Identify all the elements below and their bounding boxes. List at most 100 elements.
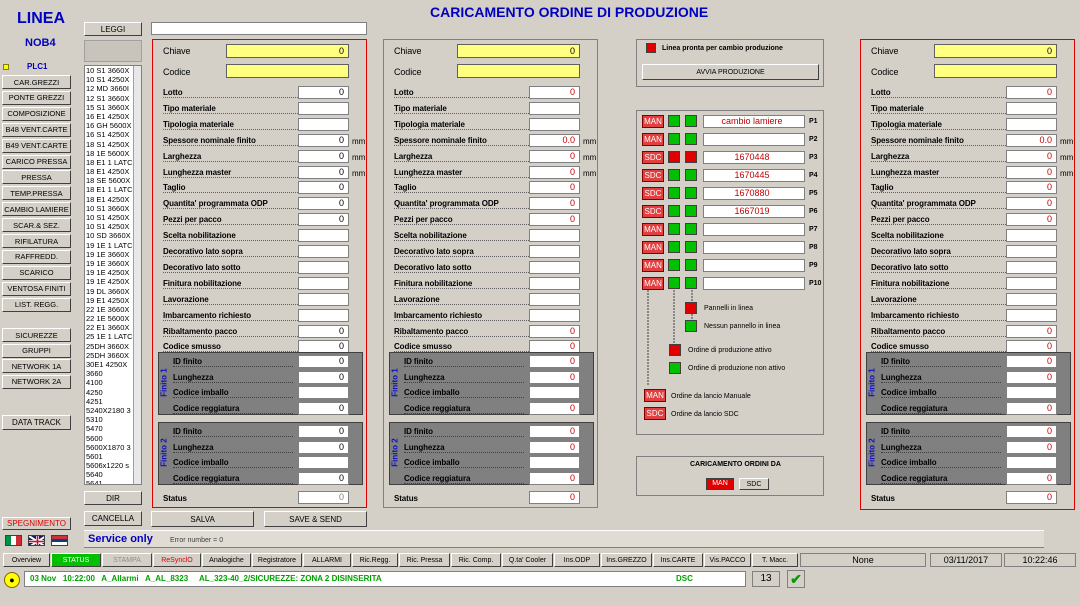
finito2-field-input[interactable]: 0: [529, 425, 580, 438]
sidebar-item2-1[interactable]: GRUPPI: [2, 343, 71, 358]
position-order-field[interactable]: [703, 223, 805, 236]
finito1-field-input[interactable]: 0: [1006, 370, 1057, 384]
list-item[interactable]: 22 1E 5600X: [85, 314, 135, 323]
field-input[interactable]: [298, 292, 349, 306]
list-item[interactable]: 19 1E 4250X: [85, 268, 135, 277]
sidebar-item-2[interactable]: COMPOSIZIONE: [2, 106, 71, 121]
list-item[interactable]: 5601: [85, 452, 135, 461]
toolbar-button-10[interactable]: Q.ta' Cooler: [502, 553, 553, 567]
field-input[interactable]: 0: [1006, 149, 1057, 163]
field-input[interactable]: 0: [298, 324, 349, 338]
field-input[interactable]: 0: [1006, 86, 1057, 99]
avvia-produzione-button[interactable]: AVVIA PRODUZIONE: [642, 64, 819, 80]
toolbar-button-9[interactable]: Ric. Comp.: [451, 553, 501, 567]
field-input[interactable]: [1006, 101, 1057, 115]
field-input[interactable]: 0: [529, 197, 580, 211]
sidebar-item-10[interactable]: RIFILATURA: [2, 234, 71, 248]
sidebar-item-6[interactable]: PRESSA: [2, 170, 71, 185]
toolbar-button-6[interactable]: ALLARMI: [303, 553, 351, 567]
salva-button[interactable]: SALVA: [151, 511, 254, 527]
list-item[interactable]: 18 E1 4250X: [85, 167, 135, 176]
finito1-field-input[interactable]: 0: [298, 401, 349, 415]
position-mode-badge[interactable]: SDC: [642, 205, 664, 218]
toolbar-button-11[interactable]: Ins.ODP: [554, 553, 600, 567]
field-input[interactable]: 0: [298, 133, 349, 147]
position-mode-badge[interactable]: SDC: [642, 151, 664, 164]
toolbar-button-15[interactable]: T. Macc.: [752, 553, 798, 567]
chiave-input[interactable]: 0: [934, 44, 1057, 58]
finito2-field-input[interactable]: 0: [1006, 471, 1057, 485]
list-item[interactable]: 5640: [85, 470, 135, 479]
list-item[interactable]: 15 S1 3660X: [85, 103, 135, 112]
field-input[interactable]: [529, 117, 580, 131]
list-item[interactable]: 5600: [85, 434, 135, 443]
position-order-field[interactable]: [703, 259, 805, 272]
list-item[interactable]: 12 MD 3660I: [85, 84, 135, 93]
field-input[interactable]: [298, 229, 349, 243]
list-item[interactable]: 18 S1 4250X: [85, 140, 135, 149]
finito1-field-input[interactable]: 0: [529, 370, 580, 384]
list-item[interactable]: 4251: [85, 397, 135, 406]
finito2-field-input[interactable]: 0: [298, 440, 349, 454]
field-input[interactable]: 0: [1006, 324, 1057, 338]
caricamento-sdc-button[interactable]: SDC: [739, 478, 769, 490]
list-item[interactable]: 10 SD 3660X: [85, 231, 135, 240]
field-input[interactable]: 0: [298, 197, 349, 211]
dir-button[interactable]: DIR: [84, 491, 142, 505]
toolbar-button-5[interactable]: Registratore: [252, 553, 302, 567]
list-item[interactable]: 19 E1 4250X: [85, 296, 135, 305]
list-item[interactable]: 18 E1 4250X: [85, 195, 135, 204]
list-item[interactable]: 5641: [85, 479, 135, 484]
toolbar-button-2[interactable]: STAMPA: [102, 553, 152, 567]
codice-input[interactable]: [934, 64, 1057, 78]
sidebar-item-4[interactable]: B49 VENT.CARTE: [2, 138, 71, 153]
field-input[interactable]: [529, 292, 580, 306]
field-input[interactable]: [1006, 245, 1057, 258]
sidebar-item-13[interactable]: VENTOSA FINITI: [2, 281, 71, 296]
sidebar-item-7[interactable]: TEMP.PRESSA: [2, 186, 71, 201]
list-item[interactable]: 10 S1 4250X: [85, 222, 135, 231]
list-item[interactable]: 19 1E 3660X: [85, 259, 135, 268]
list-item[interactable]: 19 DL 3660X: [85, 287, 135, 296]
finito1-field-input[interactable]: [298, 386, 349, 399]
field-input[interactable]: 0: [529, 181, 580, 195]
list-item[interactable]: 10 S1 3660X: [85, 66, 135, 75]
position-mode-badge[interactable]: MAN: [642, 241, 664, 254]
save-send-button[interactable]: SAVE & SEND: [264, 511, 367, 527]
list-item[interactable]: 25DH 3660X: [85, 351, 135, 360]
finito2-field-input[interactable]: 0: [529, 440, 580, 454]
toolbar-button-7[interactable]: Ric.Regg.: [352, 553, 398, 567]
alarm-ack-checkmark-icon[interactable]: ✔: [787, 570, 805, 588]
field-input[interactable]: 0: [1006, 197, 1057, 211]
field-input[interactable]: 0: [298, 165, 349, 179]
list-item[interactable]: 10 S1 4250X: [85, 75, 135, 84]
list-item[interactable]: 19 1E 1 LATC: [85, 241, 135, 250]
list-item[interactable]: 10 S1 3660X: [85, 204, 135, 213]
sidebar-item-14[interactable]: LIST. REGG.: [2, 297, 71, 312]
field-input[interactable]: 0: [1006, 181, 1057, 195]
finito2-field-input[interactable]: 0: [1006, 425, 1057, 438]
sidebar-item-5[interactable]: CARICO PRESSA: [2, 154, 71, 169]
finito2-field-input[interactable]: 0: [298, 425, 349, 438]
list-item[interactable]: 22 E1 3660X: [85, 323, 135, 332]
list-item[interactable]: 12 S1 3660X: [85, 94, 135, 103]
toolbar-button-4[interactable]: Analogiche: [202, 553, 251, 567]
list-item[interactable]: 5600X1870 3: [85, 443, 135, 452]
list-item[interactable]: 19 1E 4250X: [85, 277, 135, 286]
caricamento-man-button[interactable]: MAN: [706, 478, 734, 490]
field-input[interactable]: 0: [529, 213, 580, 227]
field-input[interactable]: 0: [529, 324, 580, 338]
position-order-field[interactable]: 1670448: [703, 151, 805, 164]
finito1-field-input[interactable]: 0: [1006, 401, 1057, 415]
field-input[interactable]: [1006, 117, 1057, 131]
toolbar-button-8[interactable]: Ric. Pressa: [399, 553, 450, 567]
list-item[interactable]: 3660: [85, 369, 135, 378]
sidebar-item-11[interactable]: RAFFREDD.: [2, 249, 71, 264]
field-input[interactable]: 0.0: [529, 133, 580, 147]
field-input[interactable]: 0: [529, 86, 580, 99]
list-item[interactable]: 5240X2180 3: [85, 406, 135, 415]
codice-input[interactable]: [226, 64, 349, 78]
codice-input[interactable]: [457, 64, 580, 78]
field-input[interactable]: [529, 229, 580, 243]
list-item[interactable]: 16 GH 5600X: [85, 121, 135, 130]
